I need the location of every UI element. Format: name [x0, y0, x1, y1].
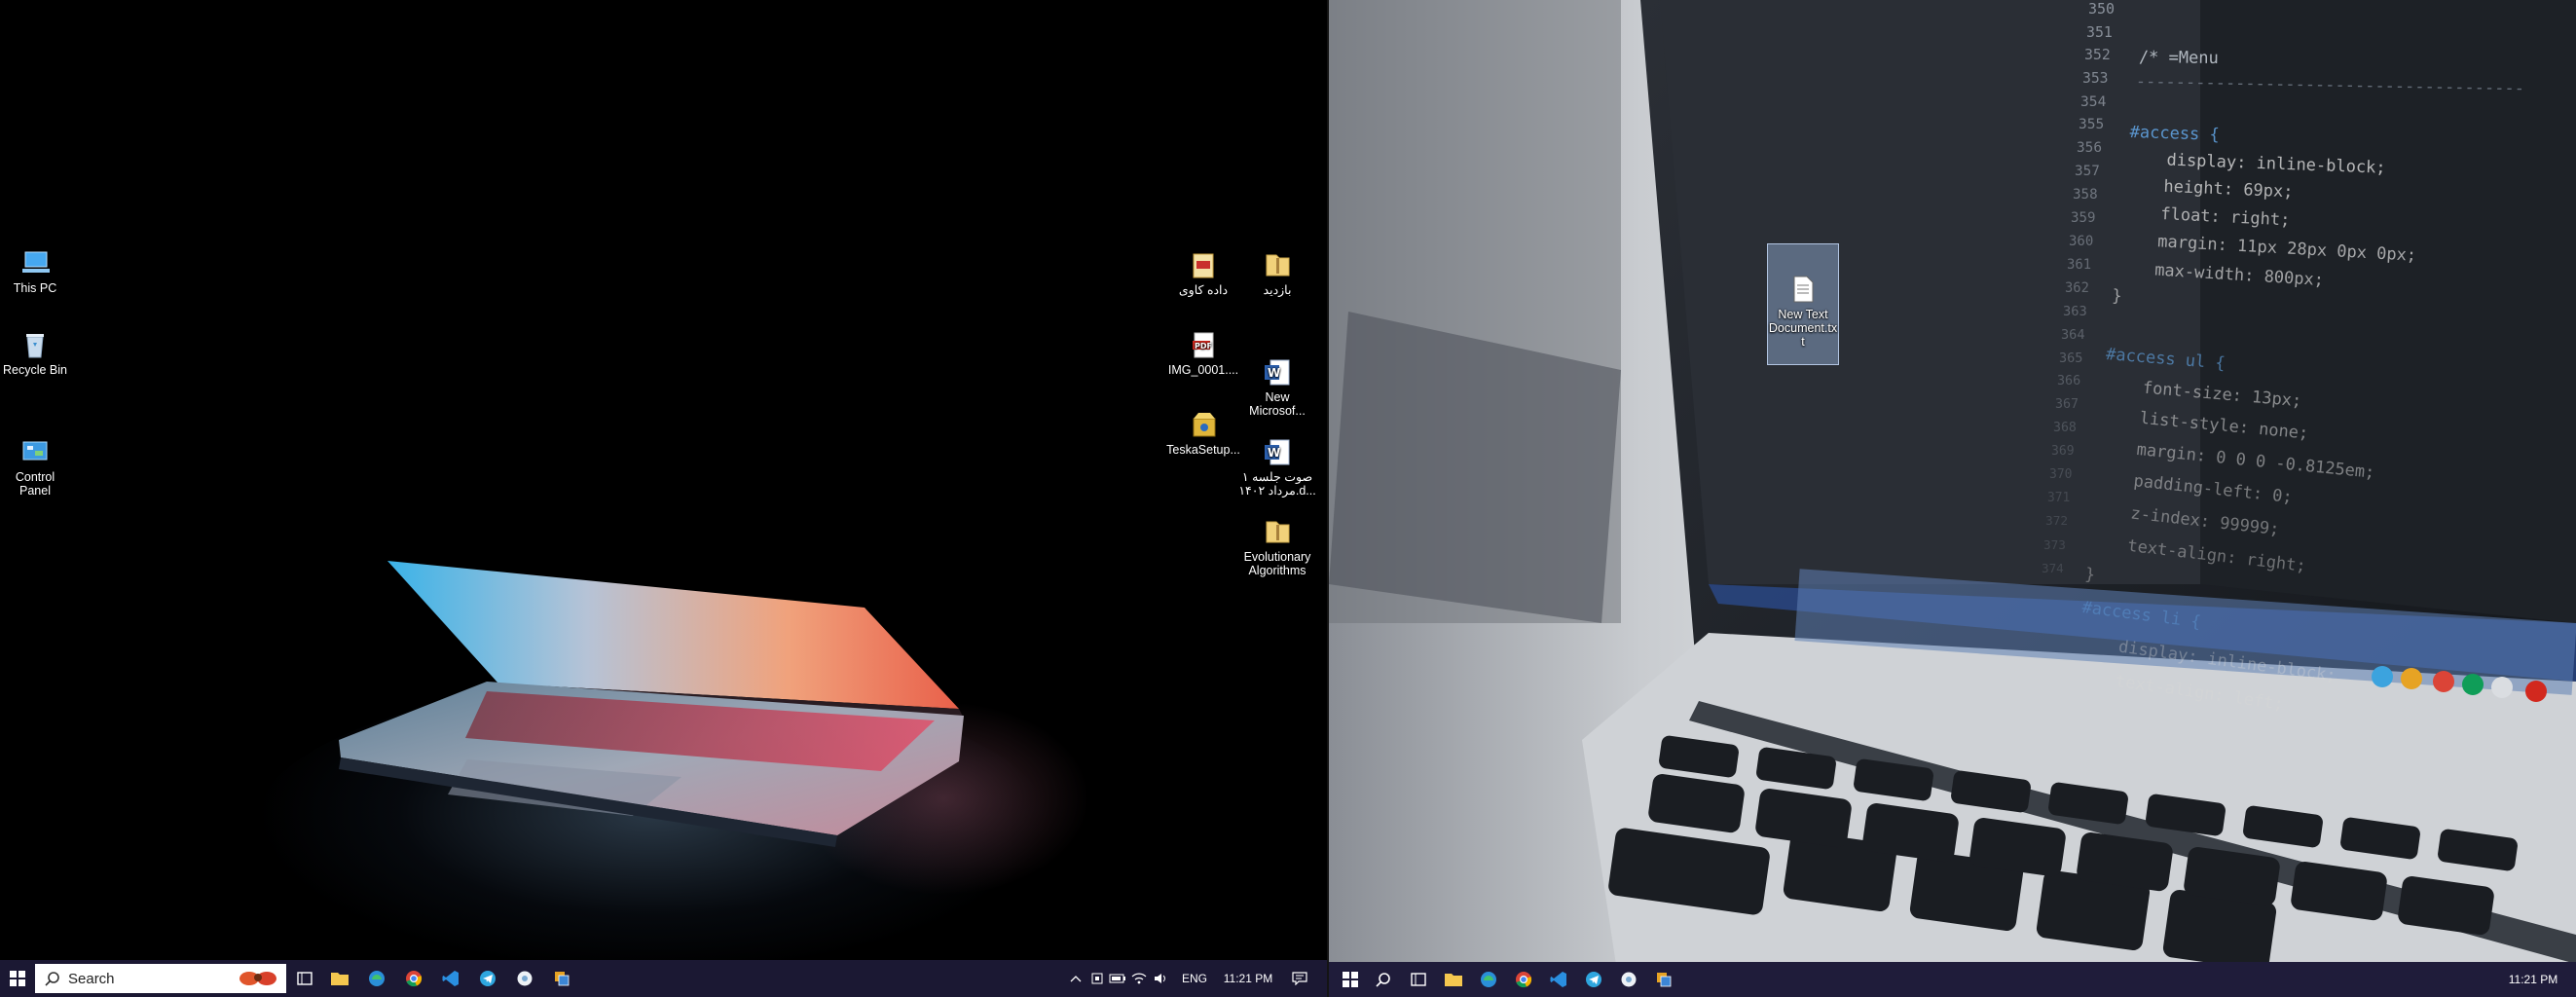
- show-hidden-icons-button[interactable]: [1067, 960, 1085, 997]
- taskbar-chrome-right[interactable]: [1512, 962, 1535, 997]
- taskbar-right: 11:21 PM: [1329, 962, 2576, 997]
- taskbar-app-windows-right[interactable]: [1652, 962, 1675, 997]
- tray-battery[interactable]: [1108, 960, 1127, 997]
- start-button[interactable]: [6, 960, 29, 997]
- svg-text:W: W: [1268, 366, 1280, 380]
- wifi-icon: [1131, 973, 1147, 984]
- taskbar-left: Search ENG 11:21 PM: [0, 960, 1329, 997]
- archive-icon: [1188, 249, 1219, 280]
- wallpaper-laptop: [339, 561, 964, 847]
- search-highlight-icon: [239, 972, 276, 985]
- desktop-icon-img-pdf[interactable]: PDF IMG_0001....: [1164, 329, 1242, 377]
- edge-icon: [369, 971, 385, 986]
- taskbar-file-explorer-right[interactable]: [1442, 962, 1465, 997]
- desktop-icon-recycle-bin[interactable]: Recycle Bin: [0, 329, 74, 377]
- telegram-icon: [480, 971, 496, 986]
- icon-label: New Text Document.tx t: [1768, 308, 1838, 349]
- search-button-right[interactable]: [1372, 962, 1395, 997]
- taskbar-vscode[interactable]: [438, 960, 463, 997]
- device-icon: [1091, 973, 1103, 984]
- installer-icon: [1188, 409, 1219, 440]
- taskbar-telegram-right[interactable]: [1582, 962, 1605, 997]
- taskbar-edge-right[interactable]: [1477, 962, 1500, 997]
- search-box[interactable]: Search: [35, 964, 286, 993]
- vscode-icon: [1550, 972, 1566, 987]
- tray-network[interactable]: [1129, 960, 1149, 997]
- icon-label: Evolutionary Algorithms: [1243, 550, 1311, 577]
- language-indicator[interactable]: ENG: [1178, 960, 1211, 997]
- right-desktop[interactable]: 350 351 352 353 354 355 356 357 358 359 360 361 362 3…: [1329, 0, 2576, 997]
- windows-logo-icon: [10, 971, 25, 986]
- taskbar-vscode-right[interactable]: [1547, 962, 1570, 997]
- multi-window-icon: [1657, 973, 1672, 987]
- this-pc-icon: [19, 247, 51, 278]
- notification-icon: [1292, 972, 1307, 985]
- icon-label: بازدید: [1263, 283, 1292, 297]
- wallpaper-dock: [2372, 666, 2547, 702]
- taskbar-chrome[interactable]: [401, 960, 426, 997]
- taskbar-file-explorer[interactable]: [327, 960, 352, 997]
- desktop-icon-teska-setup[interactable]: TeskaSetup...: [1164, 409, 1242, 457]
- clock[interactable]: 11:21 PM: [1219, 960, 1277, 997]
- icon-label: Control Panel: [15, 470, 55, 498]
- vscode-icon: [442, 971, 459, 986]
- chevron-up-icon: [1070, 976, 1082, 982]
- folder-icon: [331, 973, 349, 985]
- zip-folder-icon: [1262, 249, 1293, 280]
- icon-label: IMG_0001....: [1167, 363, 1239, 377]
- left-desktop[interactable]: This PC Recycle Bin Control Panel بازدید…: [0, 0, 1329, 997]
- tray-volume[interactable]: [1151, 960, 1170, 997]
- circle-app-icon: [517, 971, 533, 986]
- task-view-icon: [297, 972, 313, 985]
- taskbar-app-circle[interactable]: [512, 960, 537, 997]
- pdf-icon: PDF: [1188, 329, 1219, 360]
- search-placeholder: Search: [68, 970, 115, 987]
- icon-label: داده کاوی: [1178, 283, 1229, 297]
- action-center-button[interactable]: [1287, 960, 1312, 997]
- svg-text:PDF: PDF: [1195, 342, 1212, 351]
- taskbar-app-circle-right[interactable]: [1617, 962, 1640, 997]
- chrome-icon: [1516, 972, 1532, 988]
- battery-icon: [1109, 974, 1125, 983]
- desktop-icon-control-panel[interactable]: Control Panel: [0, 409, 74, 511]
- task-view-button-right[interactable]: [1407, 962, 1430, 997]
- search-icon: [45, 972, 59, 986]
- desktop-icon-new-text-document[interactable]: New Text Document.tx t: [1767, 243, 1839, 365]
- icon-label: TeskaSetup...: [1166, 443, 1240, 457]
- multi-window-icon: [555, 972, 570, 986]
- circle-app-icon: [1621, 972, 1637, 987]
- task-view-icon: [1411, 973, 1426, 986]
- chrome-icon: [406, 971, 423, 987]
- taskbar-app-windows[interactable]: [549, 960, 574, 997]
- tray-device-icon[interactable]: [1088, 960, 1106, 997]
- desktop-icon-bazdid[interactable]: بازدید: [1238, 249, 1316, 297]
- folder-icon: [1445, 974, 1462, 986]
- windows-logo-icon: [1343, 972, 1358, 987]
- word-doc-icon: W: [1262, 343, 1293, 386]
- word-doc-icon: W: [1262, 423, 1293, 465]
- svg-text:W: W: [1268, 446, 1280, 460]
- desktop-icon-dade-kavi[interactable]: داده کاوی: [1164, 249, 1242, 297]
- icon-label: Recycle Bin: [3, 363, 67, 377]
- desktop-icon-evolutionary-algorithms[interactable]: Evolutionary Algorithms: [1238, 489, 1316, 591]
- control-panel-icon: [19, 423, 51, 461]
- desktop-icon-this-pc[interactable]: This PC: [0, 247, 74, 295]
- telegram-icon: [1586, 972, 1601, 987]
- recycle-bin-icon: [19, 329, 51, 360]
- task-view-button[interactable]: [292, 960, 317, 997]
- search-icon: [1376, 973, 1390, 987]
- taskbar-edge[interactable]: [364, 960, 389, 997]
- icon-label: This PC: [13, 281, 57, 295]
- text-file-icon: [1787, 260, 1819, 303]
- speaker-icon: [1155, 974, 1165, 983]
- edge-icon: [1481, 972, 1496, 987]
- zip-folder-icon: [1262, 502, 1293, 543]
- clock-right[interactable]: 11:21 PM: [2502, 962, 2564, 997]
- taskbar-telegram[interactable]: [475, 960, 500, 997]
- start-button-right[interactable]: [1339, 962, 1362, 997]
